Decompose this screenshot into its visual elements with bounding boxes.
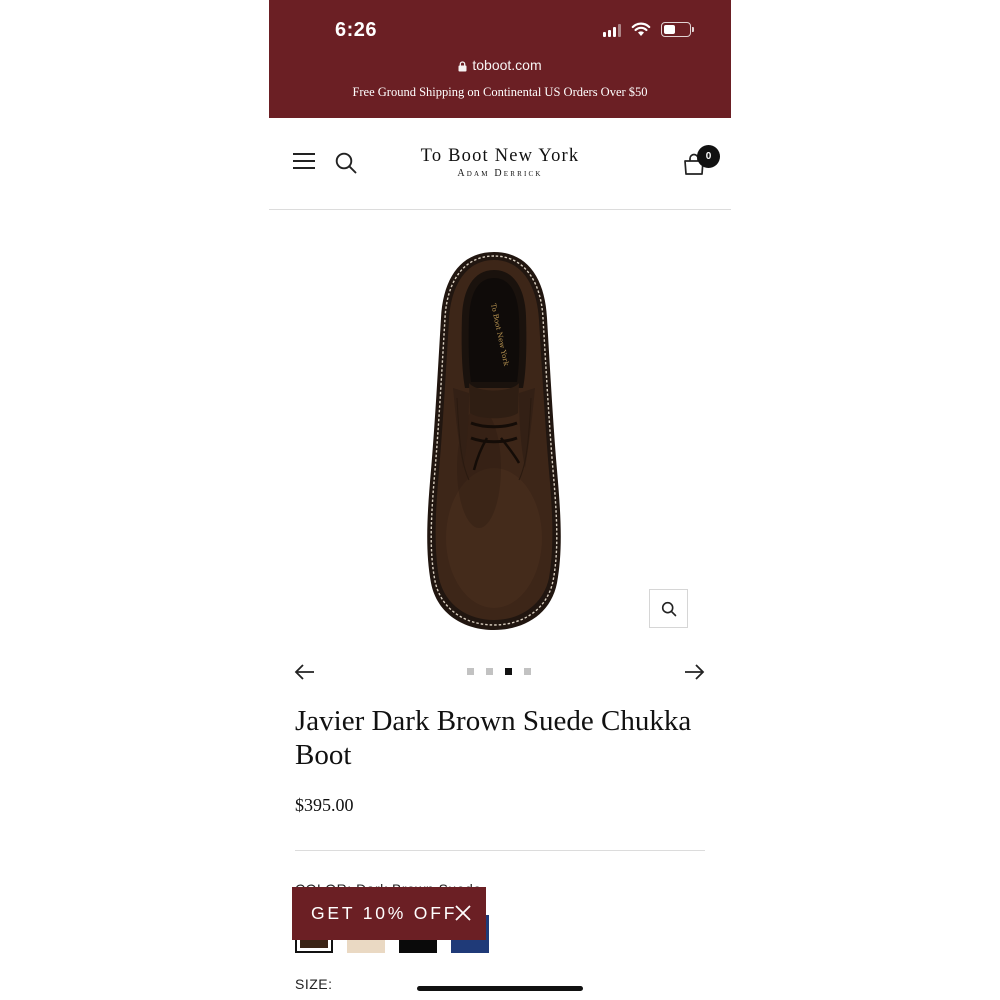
- top-bar: 6:26 toboot.com Free Ground Shipping on …: [269, 0, 731, 118]
- carousel-dot-2[interactable]: [486, 668, 493, 675]
- carousel-dot-1[interactable]: [467, 668, 474, 675]
- next-arrow-icon[interactable]: [683, 661, 705, 683]
- previous-arrow-icon[interactable]: [294, 661, 316, 683]
- battery-icon: [661, 22, 694, 37]
- close-icon[interactable]: [454, 904, 472, 922]
- carousel-dots: [467, 668, 531, 675]
- address-bar[interactable]: toboot.com: [269, 57, 731, 73]
- cellular-signal-icon: [603, 23, 621, 37]
- divider: [295, 850, 705, 851]
- promo-banner-text: Free Ground Shipping on Continental US O…: [352, 85, 648, 99]
- site-header: To Boot New York Adam Derrick 0: [269, 118, 731, 210]
- size-label: SIZE:: [295, 976, 333, 992]
- zoom-icon: [661, 601, 676, 616]
- phone-screen: 6:26 toboot.com Free Ground Shipping on …: [269, 0, 731, 1000]
- product-price: $395.00: [295, 795, 354, 815]
- url-text: toboot.com: [472, 57, 542, 73]
- wifi-icon: [631, 22, 651, 36]
- status-icons: [603, 22, 694, 37]
- home-indicator[interactable]: [417, 986, 583, 991]
- status-time: 6:26: [335, 19, 378, 41]
- logo-main-text: To Boot New York: [420, 146, 580, 166]
- product-image[interactable]: To Boot New York: [419, 248, 569, 634]
- cart-count-badge: 0: [697, 145, 720, 168]
- logo-sub-text: Adam Derrick: [457, 168, 543, 179]
- discount-label: GET 10% OFF: [311, 903, 458, 923]
- discount-popup-button[interactable]: GET 10% OFF: [292, 887, 486, 940]
- site-logo[interactable]: To Boot New York Adam Derrick: [269, 146, 731, 179]
- lock-icon: [458, 61, 467, 72]
- carousel-dot-3[interactable]: [505, 668, 512, 675]
- carousel-dot-4[interactable]: [524, 668, 531, 675]
- zoom-button[interactable]: [649, 589, 688, 628]
- battery-level: [664, 25, 675, 34]
- product-title: Javier Dark Brown Suede Chukka Boot: [295, 705, 692, 771]
